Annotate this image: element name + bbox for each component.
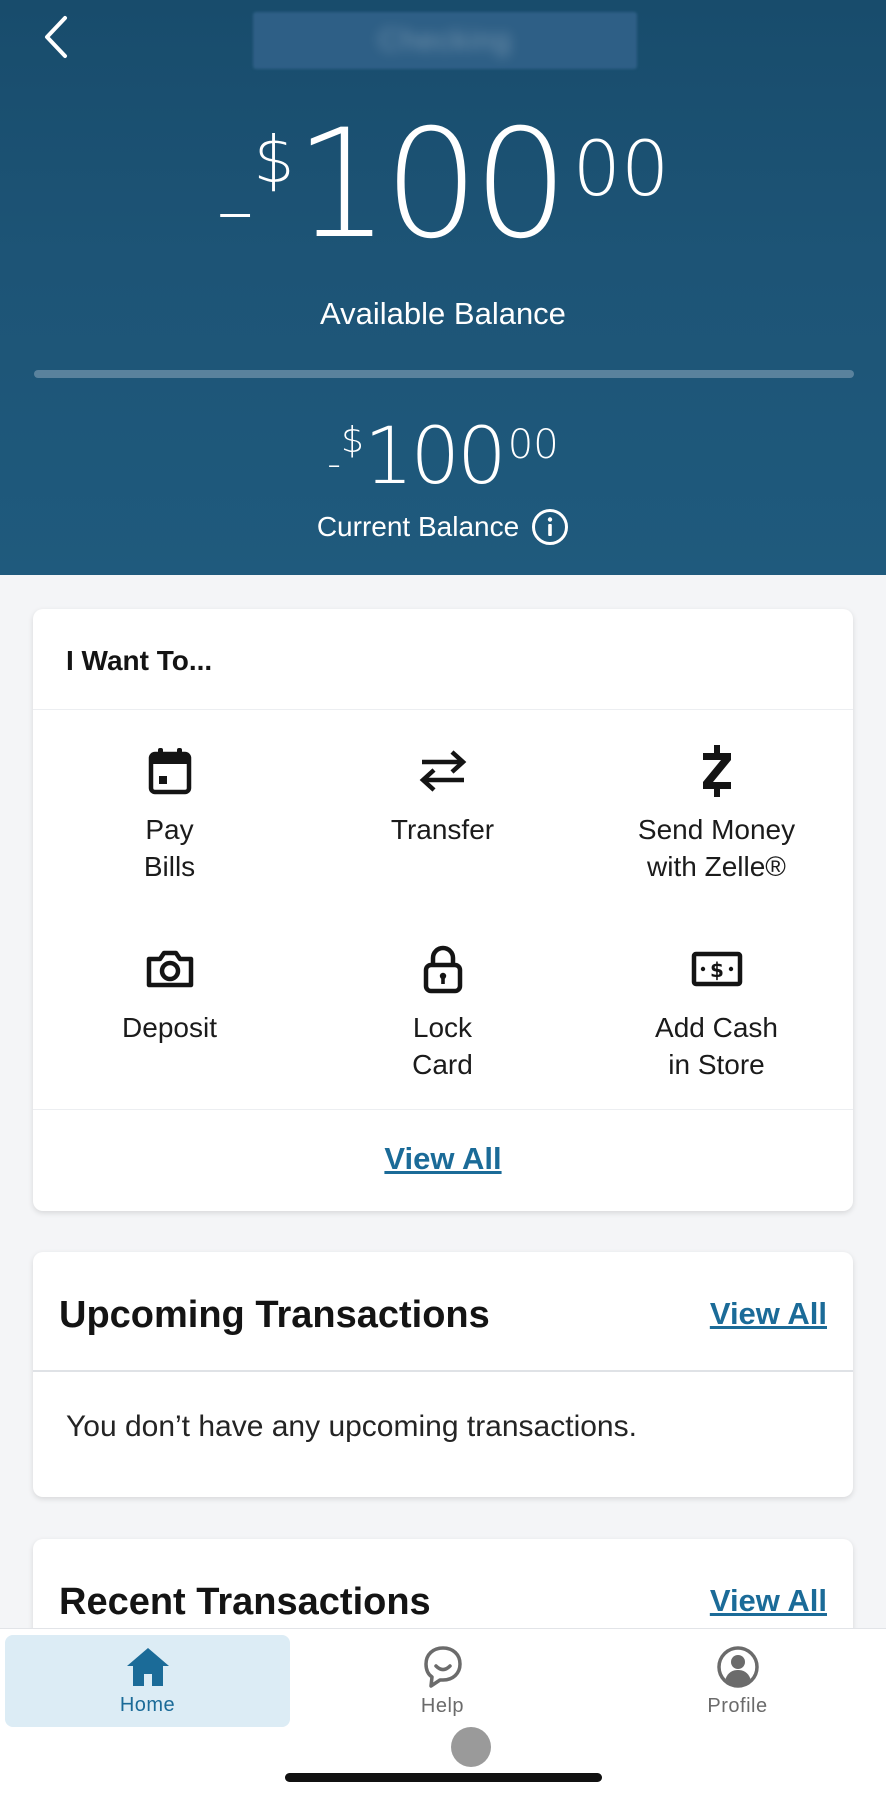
i-want-to-title: I Want To... bbox=[66, 645, 213, 676]
recent-view-all-link[interactable]: View All bbox=[710, 1583, 827, 1619]
home-indicator-bar[interactable] bbox=[285, 1773, 602, 1782]
available-balance-amount: – $ 100 00 bbox=[0, 110, 886, 270]
action-label: Send Money with Zelle® bbox=[637, 814, 796, 882]
action-label: Add Cash in Store bbox=[655, 1012, 778, 1080]
action-transfer[interactable]: Transfer bbox=[306, 741, 579, 848]
account-name-text: Checking bbox=[378, 23, 512, 57]
nav-label: Profile bbox=[707, 1694, 768, 1717]
camera-icon bbox=[146, 950, 193, 988]
divider bbox=[33, 1370, 853, 1372]
action-deposit[interactable]: Deposit bbox=[33, 939, 306, 1046]
available-balance-sign: – bbox=[216, 168, 254, 254]
nav-help[interactable]: Help bbox=[300, 1635, 585, 1727]
action-lock-card[interactable]: Lock Card bbox=[306, 939, 579, 1083]
i-want-to-card: I Want To... Pay Bills Transfer Send Mon… bbox=[33, 609, 853, 1211]
action-send-money-zelle[interactable]: Send Money with Zelle® bbox=[580, 741, 853, 885]
action-label: Deposit bbox=[122, 1012, 217, 1043]
cash-icon: $ bbox=[691, 951, 742, 987]
calendar-icon bbox=[148, 748, 191, 795]
back-button[interactable] bbox=[36, 12, 76, 62]
recent-transactions-title: Recent Transactions bbox=[59, 1581, 431, 1623]
available-balance-cents: 00 bbox=[572, 124, 670, 213]
available-balance-whole: 100 bbox=[294, 98, 568, 272]
upcoming-empty-message: You don’t have any upcoming transactions… bbox=[66, 1410, 637, 1443]
balance-divider bbox=[34, 370, 854, 378]
action-label: Lock Card bbox=[412, 1012, 473, 1080]
info-icon bbox=[532, 509, 569, 545]
action-label: Transfer bbox=[390, 814, 495, 845]
account-name-redacted: Checking bbox=[253, 12, 637, 69]
current-balance-cents: 00 bbox=[507, 422, 559, 468]
divider bbox=[33, 709, 853, 710]
nav-label: Help bbox=[420, 1694, 465, 1717]
zelle-icon bbox=[702, 745, 731, 797]
transfer-arrows-icon bbox=[419, 750, 466, 792]
current-balance-label: Current Balance bbox=[316, 511, 520, 542]
upcoming-transactions-title: Upcoming Transactions bbox=[59, 1294, 490, 1336]
current-balance-amount: - $ 100 00 bbox=[0, 418, 886, 496]
current-balance-sign: - bbox=[327, 442, 341, 486]
available-balance-label: Available Balance bbox=[320, 296, 566, 331]
action-pay-bills[interactable]: Pay Bills bbox=[33, 741, 306, 885]
chat-bubble-icon bbox=[423, 1645, 462, 1688]
profile-icon bbox=[716, 1645, 759, 1688]
nav-label: Home bbox=[119, 1693, 176, 1716]
nav-home[interactable]: Home bbox=[5, 1635, 290, 1727]
lock-icon bbox=[423, 945, 462, 994]
svg-text:$: $ bbox=[710, 958, 724, 982]
action-add-cash-in-store[interactable]: $ Add Cash in Store bbox=[580, 939, 853, 1083]
current-balance-currency: $ bbox=[341, 420, 364, 461]
account-header: Checking – $ 100 00 Available Balance - … bbox=[0, 0, 886, 575]
current-balance-whole: 100 bbox=[363, 412, 507, 502]
i-want-to-view-all-link[interactable]: View All bbox=[33, 1141, 853, 1177]
upcoming-transactions-card: Upcoming Transactions View All You don’t… bbox=[33, 1252, 853, 1497]
home-icon bbox=[126, 1647, 169, 1686]
current-balance-row: Current Balance bbox=[0, 508, 886, 546]
upcoming-view-all-link[interactable]: View All bbox=[710, 1296, 827, 1332]
action-label: Pay Bills bbox=[143, 814, 196, 882]
available-balance-currency: $ bbox=[253, 124, 295, 198]
chevron-left-icon bbox=[45, 16, 67, 58]
nav-profile[interactable]: Profile bbox=[595, 1635, 880, 1727]
touch-indicator bbox=[451, 1727, 491, 1767]
divider bbox=[33, 1109, 853, 1110]
current-balance-info-button[interactable] bbox=[531, 508, 569, 546]
